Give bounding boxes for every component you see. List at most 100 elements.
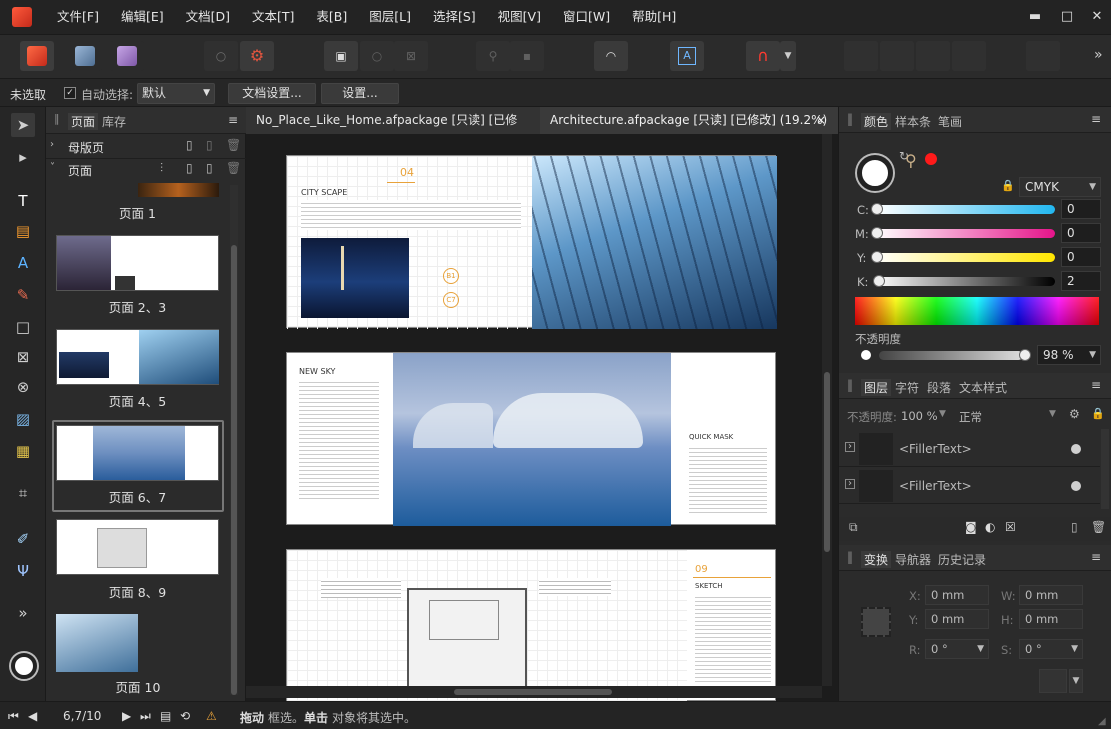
tab-pages[interactable]: 页面 <box>68 113 99 130</box>
crop-tool-icon[interactable]: ⌗ <box>11 481 35 505</box>
page-thumbnail-4-5[interactable] <box>56 329 219 385</box>
tab-color[interactable]: 颜色 <box>861 113 892 130</box>
document-setup-button[interactable]: 文档设置... <box>228 83 316 104</box>
lock-icon[interactable]: 🔒 <box>1001 179 1015 192</box>
tab-transform[interactable]: 变换 <box>861 551 892 568</box>
tab-document-2[interactable]: Architecture.afpackage [只读] [已修改] (19.2%… <box>540 107 838 134</box>
panel-menu-icon[interactable]: ≡ <box>228 113 238 127</box>
document-v-scrollbar[interactable] <box>822 134 832 686</box>
y-field[interactable]: 0 mm <box>925 609 989 629</box>
mask-icon[interactable]: ◙ <box>965 520 977 534</box>
restore-button[interactable]: □ <box>1052 0 1082 34</box>
last-page-icon[interactable]: ⏭ <box>140 709 151 724</box>
chevron-down-icon[interactable]: ▼ <box>939 409 946 419</box>
opacity-value[interactable]: 98 % ▼ <box>1037 345 1101 365</box>
photo-persona-button[interactable] <box>110 41 144 71</box>
menu-select[interactable]: 选择[S] <box>422 0 487 34</box>
color-spectrum[interactable] <box>855 297 1099 325</box>
page-thumbnail-10[interactable] <box>56 614 138 672</box>
tab-document-1[interactable]: No_Place_Like_Home.afpackage [只读] [已修改].… <box>246 107 540 154</box>
arrange-button-3[interactable] <box>916 41 950 71</box>
yellow-slider[interactable] <box>875 253 1055 262</box>
trash-icon[interactable]: 🗑 <box>1091 520 1106 534</box>
next-page-icon[interactable]: ▶ <box>122 709 131 723</box>
yellow-slider-knob[interactable] <box>871 251 883 263</box>
first-page-icon[interactable]: ⏮ <box>8 709 19 724</box>
black-slider-knob[interactable] <box>873 275 885 287</box>
color-picker-icon[interactable]: ⚲ <box>905 151 917 170</box>
menu-help[interactable]: 帮助[H] <box>621 0 687 34</box>
frame-text-button[interactable]: ▣ <box>324 41 358 71</box>
tab-character[interactable]: 字符 <box>895 379 919 396</box>
expand-icon[interactable]: › <box>845 479 855 489</box>
magenta-slider[interactable] <box>875 229 1055 238</box>
artistic-text-tool-icon[interactable]: A <box>11 251 35 275</box>
color-picker-tool-icon[interactable]: ✐ <box>11 527 35 551</box>
picked-color-swatch[interactable] <box>925 153 937 165</box>
magenta-slider-knob[interactable] <box>871 227 883 239</box>
fx-icon[interactable]: ☒ <box>1005 520 1016 534</box>
snapping-dropdown[interactable]: ▼ <box>780 41 796 71</box>
menu-layer[interactable]: 图层[L] <box>358 0 422 34</box>
document-h-scrollbar-thumb[interactable] <box>454 689 612 695</box>
cross-button[interactable]: ⊠ <box>394 41 428 71</box>
menu-text[interactable]: 文本[T] <box>241 0 305 34</box>
cyan-value[interactable]: 0 <box>1061 199 1101 219</box>
arrange-button-4[interactable] <box>952 41 986 71</box>
yellow-value[interactable]: 0 <box>1061 247 1101 267</box>
visibility-dot[interactable] <box>1071 481 1081 491</box>
layers-scrollbar[interactable] <box>1101 429 1109 509</box>
layer-row[interactable]: › <FillerText> <box>839 431 1100 467</box>
frame-text-tool-icon[interactable]: T <box>11 189 35 213</box>
document-v-scrollbar-thumb[interactable] <box>824 372 830 552</box>
place-image-tool-icon[interactable]: ▨ <box>11 407 35 431</box>
link-icon[interactable]: ⟲ <box>180 709 190 723</box>
document-canvas[interactable]: 04 CITY SCAPE B1 C7 NEW SKY QUICK MASK 0… <box>246 134 838 702</box>
color-model-dropdown[interactable]: CMYK ▼ <box>1019 177 1101 197</box>
anchor-selector-icon[interactable] <box>861 607 891 637</box>
adjustment-icon[interactable]: ◐ <box>985 520 995 534</box>
pages-scrollbar-track[interactable] <box>230 185 238 695</box>
tab-layers[interactable]: 图层 <box>861 379 892 396</box>
layer-options-icon[interactable]: ⧉ <box>849 520 858 535</box>
tab-stroke[interactable]: 笔画 <box>938 113 962 130</box>
chevron-down-icon[interactable]: ▼ <box>1069 669 1083 693</box>
add-page-icon[interactable]: ▯ <box>186 161 193 175</box>
spread-6-7[interactable]: NEW SKY QUICK MASK <box>286 352 776 526</box>
page-thumbnail-1[interactable] <box>138 183 219 197</box>
x-field[interactable]: 0 mm <box>925 585 989 605</box>
settings-gear-button[interactable]: ⚙ <box>240 41 274 71</box>
menu-edit[interactable]: 编辑[E] <box>110 0 175 34</box>
spread-4-5[interactable]: 04 CITY SCAPE B1 C7 <box>286 155 777 329</box>
page-thumbnail-8-9[interactable] <box>56 519 219 575</box>
menu-view[interactable]: 视图[V] <box>487 0 552 34</box>
menu-document[interactable]: 文档[D] <box>175 0 241 34</box>
black-value[interactable]: 2 <box>1061 271 1101 291</box>
snapping-button[interactable]: ∩ <box>746 41 780 71</box>
toolbar-overflow-button[interactable]: » <box>1094 47 1103 63</box>
data-merge-tool-icon[interactable]: ▦ <box>11 439 35 463</box>
page-thumbnail-2-3[interactable] <box>56 235 219 291</box>
duplicate-page-icon[interactable]: ▯ <box>206 161 213 175</box>
expand-tools-icon[interactable]: » <box>11 601 35 625</box>
duplicate-page-icon[interactable]: ▯ <box>206 138 213 152</box>
tab-history[interactable]: 历史记录 <box>938 551 986 568</box>
opacity-slider[interactable] <box>879 351 1023 360</box>
page-view-icon[interactable]: ▤ <box>160 709 171 723</box>
gear-icon[interactable]: ⚙ <box>1069 407 1080 421</box>
tab-navigator[interactable]: 导航器 <box>895 551 931 568</box>
trash-icon[interactable]: 🗑 <box>226 161 241 175</box>
pages-scrollbar-thumb[interactable] <box>231 245 237 695</box>
fill-color-swatch[interactable] <box>857 155 893 191</box>
layer-row[interactable]: › <FillerText> <box>839 468 1100 504</box>
expand-icon[interactable]: › <box>845 442 855 452</box>
arrange-button-1[interactable] <box>844 41 878 71</box>
publisher-persona-button[interactable] <box>20 41 54 71</box>
move-tool-icon[interactable]: ➤ <box>11 113 35 137</box>
auto-select-dropdown[interactable]: 默认 ▼ <box>137 83 215 104</box>
trash-icon[interactable]: 🗑 <box>226 138 241 152</box>
layer-opacity-value[interactable]: 100 % <box>901 409 938 423</box>
snap-button[interactable]: ○ <box>204 41 238 71</box>
prev-page-icon[interactable]: ◀ <box>28 709 37 723</box>
square-button[interactable]: ▪ <box>510 41 544 71</box>
